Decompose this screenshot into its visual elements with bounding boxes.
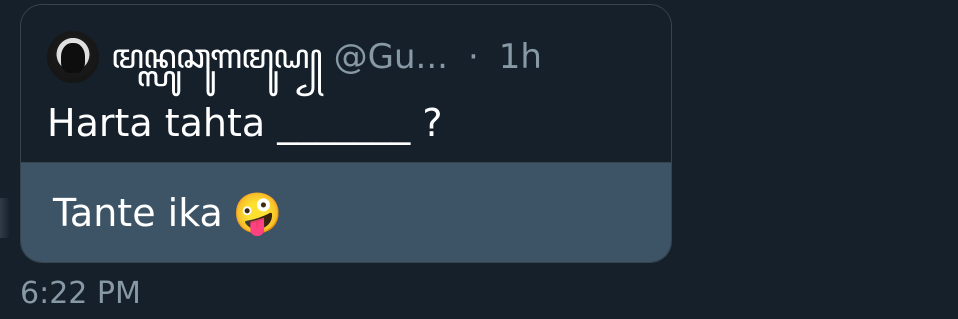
author-display-name: ꦩꦤ꧀ꦭꦸꦕꦸꦒꦩꦸꦝ꧀ bbox=[111, 37, 323, 77]
zany-face-emoji: 🤪 bbox=[232, 190, 283, 237]
quoted-tweet-header: ꦩꦤ꧀ꦭꦸꦕꦸꦒꦩꦸꦝ꧀ @Gu... · 1h bbox=[47, 31, 542, 83]
dm-conversation-view: ꦩꦤ꧀ꦭꦸꦕꦸꦒꦩꦸꦝ꧀ @Gu... · 1h Harta tahta ___… bbox=[0, 0, 958, 319]
message-text: Tante ika bbox=[53, 191, 223, 235]
author-handle: @Gu... bbox=[333, 37, 448, 77]
quoted-tweet-card[interactable]: ꦩꦤ꧀ꦭꦸꦕꦸꦒꦩꦸꦝ꧀ @Gu... · 1h Harta tahta ___… bbox=[21, 5, 671, 163]
quoted-tweet-text: Harta tahta _______ ? bbox=[47, 101, 443, 145]
author-avatar[interactable] bbox=[47, 31, 99, 83]
partner-avatar-fragment bbox=[0, 198, 10, 238]
message-bubble[interactable]: ꦩꦤ꧀ꦭꦸꦕꦸꦒꦩꦸꦝ꧀ @Gu... · 1h Harta tahta ___… bbox=[20, 4, 672, 263]
message-text-row: Tante ika 🤪 bbox=[53, 190, 283, 237]
meta-separator: · bbox=[467, 37, 479, 77]
message-timestamp: 6:22 PM bbox=[20, 276, 141, 311]
tweet-time-ago: 1h bbox=[498, 37, 542, 77]
message-body[interactable]: Tante ika 🤪 bbox=[21, 163, 671, 262]
